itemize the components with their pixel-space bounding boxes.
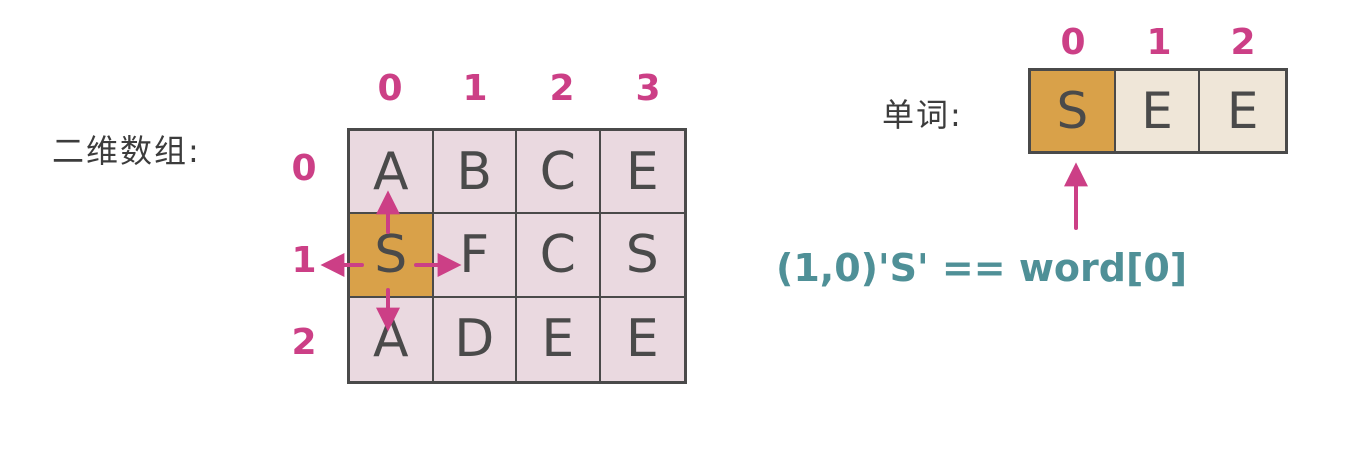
word-cell-0-highlighted: S [1031,71,1116,151]
grid-cell-2-0: A [350,297,434,381]
char-grid: A B C E S F C S A D E E [347,128,687,384]
grid-cell-1-1: F [433,214,517,298]
word-index-1: 1 [1146,22,1172,63]
word-array: S E E [1028,68,1288,154]
array-label: 二维数组: [52,132,201,170]
col-index-1: 1 [462,68,488,109]
col-index-2: 2 [549,68,575,109]
word-cell-2: E [1200,71,1285,151]
grid-cell-2-3: E [600,297,684,381]
word-index-2: 2 [1230,22,1256,63]
word-label: 单词: [882,96,963,134]
row-index-1: 1 [291,240,317,281]
grid-cell-0-0: A [350,131,434,215]
word-cell-1: E [1115,71,1201,151]
word-index-0: 0 [1060,22,1086,63]
grid-cell-0-2: C [517,131,601,215]
grid-cell-1-0-highlighted: S [350,214,434,298]
match-note: (1,0)'S' == word[0] [776,246,1188,290]
grid-cell-2-1: D [433,297,517,381]
row-index-0: 0 [291,148,317,189]
grid-cell-1-2: C [517,214,601,298]
grid-cell-2-2: E [517,297,601,381]
row-index-2: 2 [291,322,317,363]
col-index-0: 0 [377,68,403,109]
grid-cell-0-3: E [600,131,684,215]
grid-cell-1-3: S [600,214,684,298]
col-index-3: 3 [635,68,661,109]
grid-cell-0-1: B [433,131,517,215]
